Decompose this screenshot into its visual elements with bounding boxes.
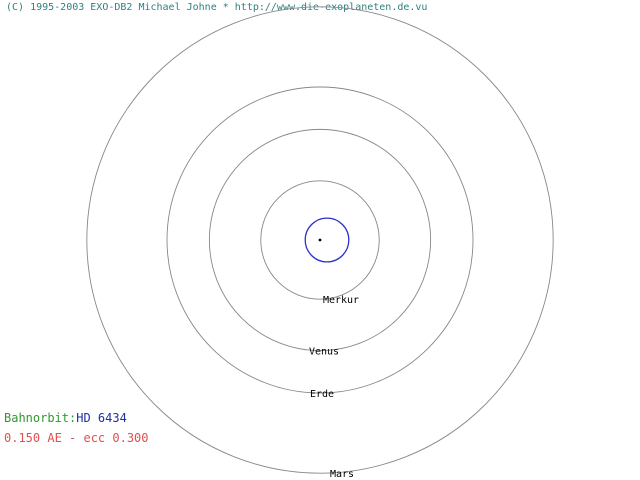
orbit-info-line: Bahnorbit:HD 6434 <box>4 411 127 425</box>
orbit-label-erde: Erde <box>310 389 334 400</box>
orbit-label-mars: Mars <box>330 469 354 480</box>
orbit-label-venus: Venus <box>309 347 339 358</box>
orbit-label-merkur: Merkur <box>323 295 359 306</box>
central-star <box>318 238 322 242</box>
orbit-label: Bahnorbit: <box>4 411 77 425</box>
planet-orbit <box>304 217 350 263</box>
reference-orbit-labels: Merkur Venus Erde Mars <box>309 295 359 480</box>
orbit-diagram: Merkur Venus Erde Mars <box>86 6 554 480</box>
star-name: HD 6434 <box>76 411 127 425</box>
orbit-params: 0.150 AE - ecc 0.300 <box>4 431 149 445</box>
